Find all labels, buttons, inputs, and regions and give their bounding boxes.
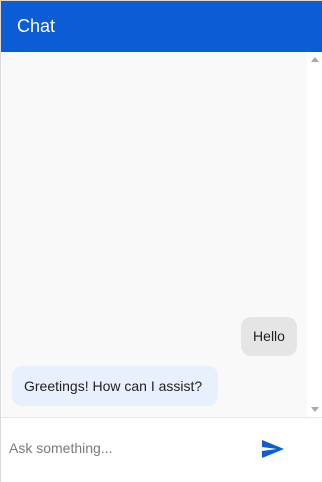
chat-header: Chat <box>1 1 322 52</box>
send-icon <box>260 438 290 460</box>
chat-window: Chat Hello Greetings! How can I assist? <box>0 0 322 482</box>
message-list-scrollbar[interactable] <box>307 52 322 417</box>
composer-bar <box>1 417 322 482</box>
scroll-up-arrow-icon[interactable] <box>311 57 319 62</box>
message-list[interactable]: Hello Greetings! How can I assist? <box>2 52 307 417</box>
scroll-down-arrow-icon[interactable] <box>311 407 319 412</box>
send-button[interactable] <box>260 436 290 462</box>
bot-message-bubble: Greetings! How can I assist? <box>12 366 218 406</box>
message-input[interactable] <box>9 436 249 460</box>
user-message-bubble: Hello <box>241 317 297 356</box>
chat-title: Chat <box>17 16 56 36</box>
